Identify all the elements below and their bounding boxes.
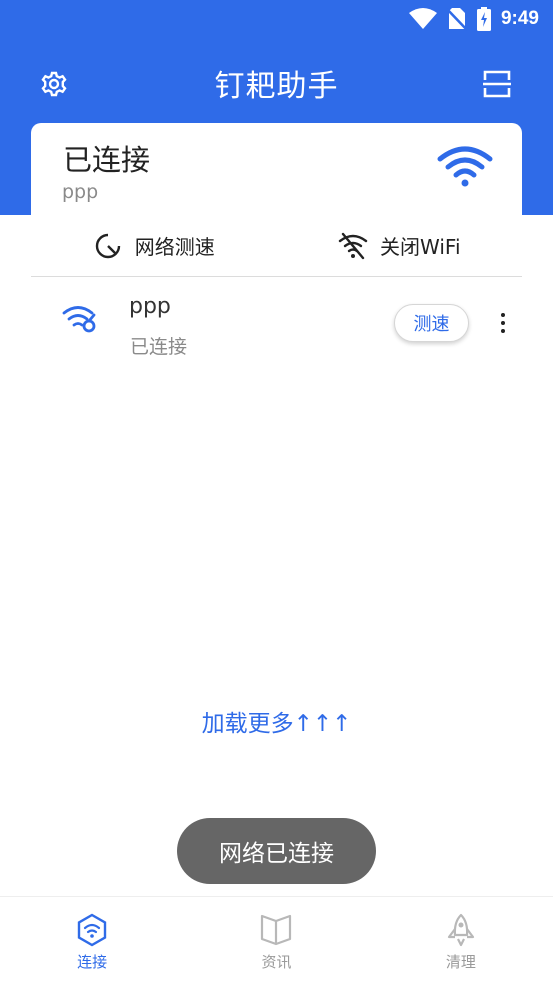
more-dot <box>501 321 505 325</box>
gear-icon <box>41 71 67 97</box>
nav-item-connect[interactable]: 连接 <box>0 897 184 983</box>
book-icon <box>261 914 292 946</box>
close-wifi-label: 关闭WiFi <box>380 235 461 259</box>
no-sim-icon <box>446 7 467 31</box>
scan-button[interactable] <box>479 66 515 102</box>
nav-label-connect: 连接 <box>77 953 108 971</box>
action-bar: 网络测速 关闭WiFi <box>31 215 522 277</box>
wifi-connected-icon <box>61 304 99 338</box>
rocket-icon <box>447 913 474 947</box>
battery-charging-icon <box>476 7 491 31</box>
wifi-list-item[interactable]: ppp 已连接 测速 <box>31 280 522 364</box>
wifi-off-icon <box>338 232 368 259</box>
more-options-button[interactable] <box>495 308 511 338</box>
connection-ssid: ppp <box>62 181 99 203</box>
load-more-link[interactable]: 加载更多↑↑↑ <box>0 704 553 738</box>
nav-item-clean[interactable]: 清理 <box>369 897 553 983</box>
close-wifi-action[interactable]: 关闭WiFi <box>277 231 523 260</box>
wifi-icon <box>436 145 494 193</box>
more-dot <box>501 329 505 333</box>
scan-icon <box>483 70 511 98</box>
speedometer-icon <box>95 233 120 258</box>
settings-button[interactable] <box>36 66 72 102</box>
app-title: 钉耙助手 <box>214 69 339 104</box>
nav-label-news: 资讯 <box>261 953 292 971</box>
wifi-signal-icon <box>408 8 437 30</box>
more-dot <box>501 313 505 317</box>
wifi-hexagon-icon <box>77 913 107 947</box>
toast-message: 网络已连接 <box>177 818 376 884</box>
wifi-status: 已连接 <box>130 336 188 358</box>
status-bar: 9:49 <box>0 0 553 38</box>
status-time: 9:49 <box>500 8 539 29</box>
wifi-ssid: ppp <box>129 294 171 319</box>
speed-test-action[interactable]: 网络测速 <box>31 231 277 261</box>
nav-label-clean: 清理 <box>445 953 476 971</box>
app-bar: 钉耙助手 <box>0 50 553 116</box>
connection-card: 已连接 ppp <box>31 123 522 223</box>
connection-status: 已连接 <box>63 143 151 177</box>
speed-test-button[interactable]: 测速 <box>394 304 469 342</box>
bottom-nav: 连接 资讯 清理 <box>0 896 553 983</box>
nav-item-news[interactable]: 资讯 <box>184 897 368 983</box>
speed-test-label: 网络测速 <box>134 235 215 259</box>
